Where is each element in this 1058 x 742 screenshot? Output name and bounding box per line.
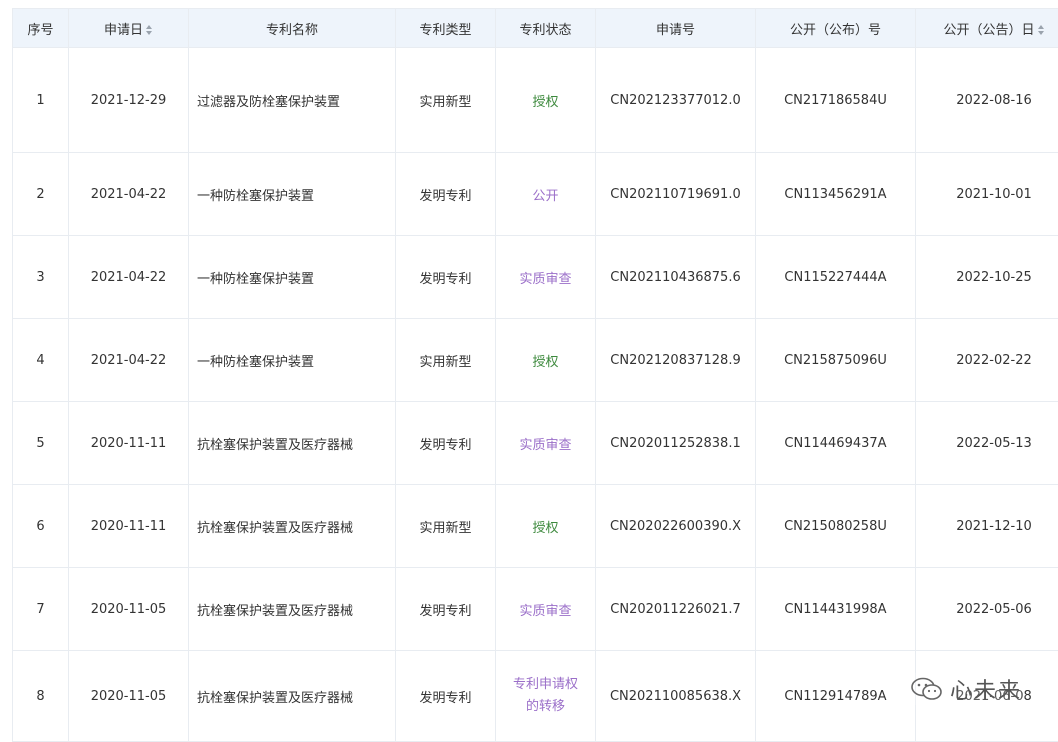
cell-patent-type: 实用新型: [396, 485, 496, 568]
cell-application-date: 2020-11-11: [69, 485, 189, 568]
cell-patent-name: 抗栓塞保护装置及医疗器械: [189, 568, 396, 651]
cell-no: 4: [13, 319, 69, 402]
sort-icon[interactable]: [146, 25, 153, 35]
cell-application-date: 2020-11-05: [69, 651, 189, 742]
table-row[interactable]: 1 2021-12-29 过滤器及防栓塞保护装置 实用新型 授权 CN20212…: [13, 48, 1058, 153]
cell-no: 3: [13, 236, 69, 319]
cell-patent-status: 授权: [496, 485, 596, 568]
status-badge: 公开: [532, 189, 558, 204]
cell-patent-status: 实质审查: [496, 236, 596, 319]
cell-patent-status: 授权: [496, 319, 596, 402]
cell-application-number: CN202110436875.6: [596, 236, 756, 319]
table-row[interactable]: 5 2020-11-11 抗栓塞保护装置及医疗器械 发明专利 实质审查 CN20…: [13, 402, 1058, 485]
cell-patent-type: 发明专利: [396, 568, 496, 651]
cell-patent-type: 发明专利: [396, 153, 496, 236]
cell-publication-date: 2022-08-16: [916, 48, 1058, 153]
header-patent-status: 专利状态: [496, 9, 596, 48]
cell-publication-number: CN113456291A: [756, 153, 916, 236]
cell-application-date: 2021-04-22: [69, 319, 189, 402]
header-patent-name: 专利名称: [189, 9, 396, 48]
cell-publication-number: CN112914789A: [756, 651, 916, 742]
cell-patent-status: 公开: [496, 153, 596, 236]
cell-patent-name: 抗栓塞保护装置及医疗器械: [189, 485, 396, 568]
cell-publication-number: CN114431998A: [756, 568, 916, 651]
cell-patent-status: 专利申请权的转移: [496, 651, 596, 742]
cell-publication-number: CN215080258U: [756, 485, 916, 568]
header-publication-number: 公开（公布）号: [756, 9, 916, 48]
table-row[interactable]: 2 2021-04-22 一种防栓塞保护装置 发明专利 公开 CN2021107…: [13, 153, 1058, 236]
cell-publication-date: 2021-10-01: [916, 153, 1058, 236]
cell-publication-date: 2022-02-22: [916, 319, 1058, 402]
cell-application-number: CN202022600390.X: [596, 485, 756, 568]
cell-no: 7: [13, 568, 69, 651]
cell-publication-date: 2021-12-10: [916, 485, 1058, 568]
header-no: 序号: [13, 9, 69, 48]
cell-application-date: 2021-04-22: [69, 153, 189, 236]
watermark: 心未来: [910, 673, 1022, 705]
cell-patent-name: 抗栓塞保护装置及医疗器械: [189, 402, 396, 485]
status-badge: 专利申请权的转移: [510, 674, 582, 718]
cell-no: 2: [13, 153, 69, 236]
cell-application-date: 2021-04-22: [69, 236, 189, 319]
cell-publication-date: 2022-05-06: [916, 568, 1058, 651]
cell-publication-date: 2022-10-25: [916, 236, 1058, 319]
table-header-row: 序号 申请日 专利名称 专利类型 专利状态 申请号 公开（公布）号 公开（公告）…: [13, 9, 1058, 48]
cell-application-number: CN202110085638.X: [596, 651, 756, 742]
cell-application-number: CN202120837128.9: [596, 319, 756, 402]
status-badge: 实质审查: [519, 438, 571, 453]
patent-table-container: 序号 申请日 专利名称 专利类型 专利状态 申请号 公开（公布）号 公开（公告）…: [12, 8, 1058, 742]
status-badge: 授权: [532, 95, 558, 110]
cell-patent-type: 实用新型: [396, 319, 496, 402]
cell-patent-name: 抗栓塞保护装置及医疗器械: [189, 651, 396, 742]
cell-publication-number: CN115227444A: [756, 236, 916, 319]
cell-application-date: 2020-11-11: [69, 402, 189, 485]
header-application-number: 申请号: [596, 9, 756, 48]
table-row[interactable]: 8 2020-11-05 抗栓塞保护装置及医疗器械 发明专利 专利申请权的转移 …: [13, 651, 1058, 742]
cell-patent-name: 一种防栓塞保护装置: [189, 153, 396, 236]
table-row[interactable]: 4 2021-04-22 一种防栓塞保护装置 实用新型 授权 CN2021208…: [13, 319, 1058, 402]
cell-patent-type: 发明专利: [396, 236, 496, 319]
cell-patent-type: 实用新型: [396, 48, 496, 153]
header-publication-date[interactable]: 公开（公告）日: [916, 9, 1058, 48]
cell-application-date: 2021-12-29: [69, 48, 189, 153]
cell-patent-name: 一种防栓塞保护装置: [189, 319, 396, 402]
cell-application-number: CN202011252838.1: [596, 402, 756, 485]
table-row[interactable]: 3 2021-04-22 一种防栓塞保护装置 发明专利 实质审查 CN20211…: [13, 236, 1058, 319]
status-badge: 授权: [532, 355, 558, 370]
header-patent-type: 专利类型: [396, 9, 496, 48]
table-row[interactable]: 7 2020-11-05 抗栓塞保护装置及医疗器械 发明专利 实质审查 CN20…: [13, 568, 1058, 651]
cell-application-number: CN202011226021.7: [596, 568, 756, 651]
cell-publication-number: CN215875096U: [756, 319, 916, 402]
status-badge: 实质审查: [519, 272, 571, 287]
cell-no: 5: [13, 402, 69, 485]
status-badge: 实质审查: [519, 604, 571, 619]
cell-application-date: 2020-11-05: [69, 568, 189, 651]
sort-icon[interactable]: [1038, 25, 1045, 35]
watermark-text: 心未来: [950, 673, 1022, 705]
cell-publication-date: 2022-05-13: [916, 402, 1058, 485]
cell-patent-status: 授权: [496, 48, 596, 153]
cell-application-number: CN202123377012.0: [596, 48, 756, 153]
header-application-date[interactable]: 申请日: [69, 9, 189, 48]
cell-publication-number: CN114469437A: [756, 402, 916, 485]
cell-patent-status: 实质审查: [496, 402, 596, 485]
cell-application-number: CN202110719691.0: [596, 153, 756, 236]
cell-patent-type: 发明专利: [396, 651, 496, 742]
table-row[interactable]: 6 2020-11-11 抗栓塞保护装置及医疗器械 实用新型 授权 CN2020…: [13, 485, 1058, 568]
cell-publication-number: CN217186584U: [756, 48, 916, 153]
patent-table: 序号 申请日 专利名称 专利类型 专利状态 申请号 公开（公布）号 公开（公告）…: [12, 8, 1058, 742]
cell-no: 1: [13, 48, 69, 153]
cell-patent-status: 实质审查: [496, 568, 596, 651]
cell-patent-type: 发明专利: [396, 402, 496, 485]
status-badge: 授权: [532, 521, 558, 536]
cell-patent-name: 一种防栓塞保护装置: [189, 236, 396, 319]
wechat-icon: [910, 676, 944, 702]
cell-no: 8: [13, 651, 69, 742]
cell-patent-name: 过滤器及防栓塞保护装置: [189, 48, 396, 153]
cell-no: 6: [13, 485, 69, 568]
